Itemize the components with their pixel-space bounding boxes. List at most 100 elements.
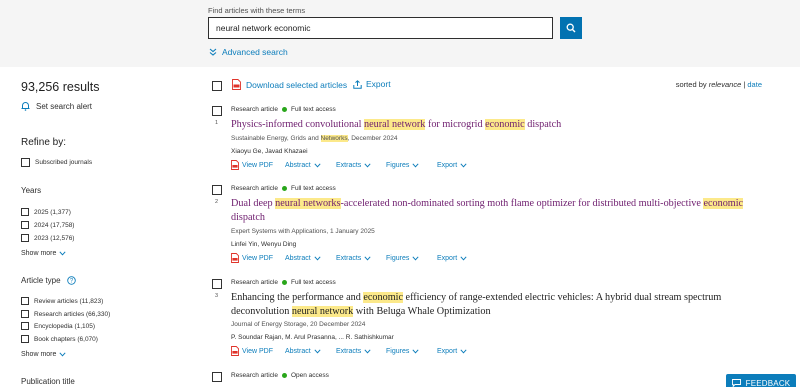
view-pdf-button-label: View PDF	[242, 347, 273, 355]
chevron-down-icon	[412, 162, 419, 168]
checkbox[interactable]	[21, 322, 29, 330]
export-toggle[interactable]: Export	[437, 160, 467, 170]
checkbox[interactable]	[21, 234, 29, 242]
extracts-toggle-label: Extracts	[336, 347, 362, 355]
filter-article-type[interactable]: Research articles (66,330)	[21, 310, 110, 318]
figures-toggle[interactable]: Figures	[386, 160, 437, 170]
result-authors: Linfei Yin, Wenyu Ding	[231, 241, 297, 248]
result-title-link[interactable]: Dual deep neural networks-accelerated no…	[231, 197, 751, 225]
extracts-toggle[interactable]: Extracts	[336, 160, 386, 170]
checkbox[interactable]	[21, 297, 29, 305]
figures-toggle[interactable]: Figures	[386, 346, 437, 356]
abstract-toggle-label: Abstract	[285, 161, 311, 169]
results-count: 93,256 results	[21, 80, 100, 94]
article-type-show-more[interactable]: Show more	[21, 351, 66, 358]
select-all-checkbox[interactable]	[212, 81, 222, 91]
access-dot-icon	[281, 373, 287, 378]
abstract-toggle-label: Abstract	[285, 254, 311, 262]
chevron-down-icon	[364, 348, 371, 354]
download-selected-link[interactable]: Download selected articles	[232, 79, 347, 90]
bulk-actions-bar: Download selected articles Export sorted…	[212, 79, 762, 93]
extracts-toggle-label: Extracts	[336, 161, 362, 169]
filter-article-type[interactable]: Encyclopedia (1,105)	[21, 322, 95, 330]
keyword-highlight: neural network	[291, 306, 354, 317]
chevron-down-icon	[314, 255, 321, 261]
search-input[interactable]	[208, 17, 553, 39]
checkbox[interactable]	[21, 335, 29, 343]
chevron-down-icon	[460, 348, 467, 354]
show-more-label: Show more	[21, 250, 57, 257]
abstract-toggle[interactable]: Abstract	[285, 346, 336, 356]
export-label: Export	[366, 79, 391, 89]
result-meta: Research article Full text access	[231, 106, 336, 113]
extracts-toggle[interactable]: Extracts	[336, 253, 386, 263]
filter-year[interactable]: 2025 (1,377)	[21, 208, 71, 216]
years-title-text: Years	[21, 186, 42, 195]
export-link[interactable]: Export	[353, 79, 391, 89]
abstract-toggle[interactable]: Abstract	[285, 253, 336, 263]
result-title-link[interactable]: Physics-informed convolutional neural ne…	[231, 118, 751, 132]
result-authors: P. Soundar Rajan, M. Arul Prasanna, ... …	[231, 334, 394, 341]
chevron-down-icon	[364, 255, 371, 261]
view-pdf-button[interactable]: View PDF	[231, 160, 285, 170]
filter-article-type[interactable]: Book chapters (6,070)	[21, 335, 98, 343]
sorted-by-text: sorted by	[675, 80, 707, 89]
chevron-down-icon	[460, 162, 467, 168]
search-band: Find articles with these terms Advanced …	[0, 0, 800, 67]
article-type: Research article	[231, 106, 278, 113]
result-number: 2	[215, 199, 219, 205]
refine-title: Refine by:	[21, 137, 67, 148]
result-checkbox[interactable]	[212, 372, 222, 382]
sort-relevance[interactable]: relevance	[709, 80, 742, 89]
access-label: Open access	[290, 372, 329, 379]
extracts-toggle-label: Extracts	[336, 254, 362, 262]
chevron-down-icon	[314, 348, 321, 354]
help-icon[interactable]: ?	[66, 276, 76, 285]
show-more-label: Show more	[21, 351, 57, 358]
set-search-alert[interactable]: Set search alert	[21, 101, 92, 111]
years-show-more[interactable]: Show more	[21, 250, 66, 257]
result-checkbox[interactable]	[212, 185, 222, 195]
result-checkbox[interactable]	[212, 106, 222, 116]
advanced-search-link[interactable]: Advanced search	[209, 47, 288, 57]
figures-toggle-label: Figures	[386, 254, 410, 262]
result-actions: View PDF Abstract Extracts Figures Export	[231, 253, 467, 263]
checkbox[interactable]	[21, 310, 29, 318]
result-checkbox[interactable]	[212, 279, 222, 289]
bell-icon	[21, 102, 30, 111]
result-meta: Research article Full text access	[231, 185, 336, 192]
export-toggle[interactable]: Export	[437, 253, 467, 263]
checkbox[interactable]	[21, 208, 29, 216]
result-title-link[interactable]: Enhancing the performance and economic e…	[231, 291, 751, 319]
filter-year[interactable]: 2023 (12,576)	[21, 234, 74, 242]
filter-subscribed-journals[interactable]: Subscribed journals	[21, 158, 92, 167]
sort-separator: |	[743, 80, 746, 89]
extracts-toggle[interactable]: Extracts	[336, 346, 386, 356]
result-authors: Xiaoyu Ge, Javad Khazaei	[231, 148, 308, 155]
sort-date-link[interactable]: date	[747, 80, 762, 89]
chevron-down-icon	[412, 255, 419, 261]
feedback-button[interactable]: FEEDBACK	[726, 374, 796, 387]
chevron-down-icon	[59, 352, 66, 357]
filter-article-type[interactable]: Review articles (11,823)	[21, 297, 103, 305]
view-pdf-button[interactable]: View PDF	[231, 346, 285, 356]
export-toggle[interactable]: Export	[437, 346, 467, 356]
sort-control: sorted by relevance | date	[676, 80, 762, 89]
keyword-highlight: Networks	[320, 135, 348, 142]
abstract-toggle[interactable]: Abstract	[285, 160, 336, 170]
checkbox[interactable]	[21, 158, 30, 167]
search-label: Find articles with these terms	[208, 6, 306, 15]
set-search-alert-label: Set search alert	[36, 101, 93, 111]
view-pdf-button[interactable]: View PDF	[231, 253, 285, 263]
filter-label: Review articles (11,823)	[34, 297, 104, 305]
double-chevron-down-icon	[209, 48, 217, 56]
figures-toggle[interactable]: Figures	[386, 253, 437, 263]
chevron-down-icon	[314, 162, 321, 168]
search-button[interactable]	[560, 17, 582, 39]
filter-label: 2023 (12,576)	[34, 234, 75, 242]
access-label: Full text access	[290, 279, 336, 286]
keyword-highlight: neural networks	[275, 198, 341, 209]
filter-year[interactable]: 2024 (17,758)	[21, 221, 74, 229]
checkbox[interactable]	[21, 221, 29, 229]
pdf-icon	[231, 346, 239, 356]
